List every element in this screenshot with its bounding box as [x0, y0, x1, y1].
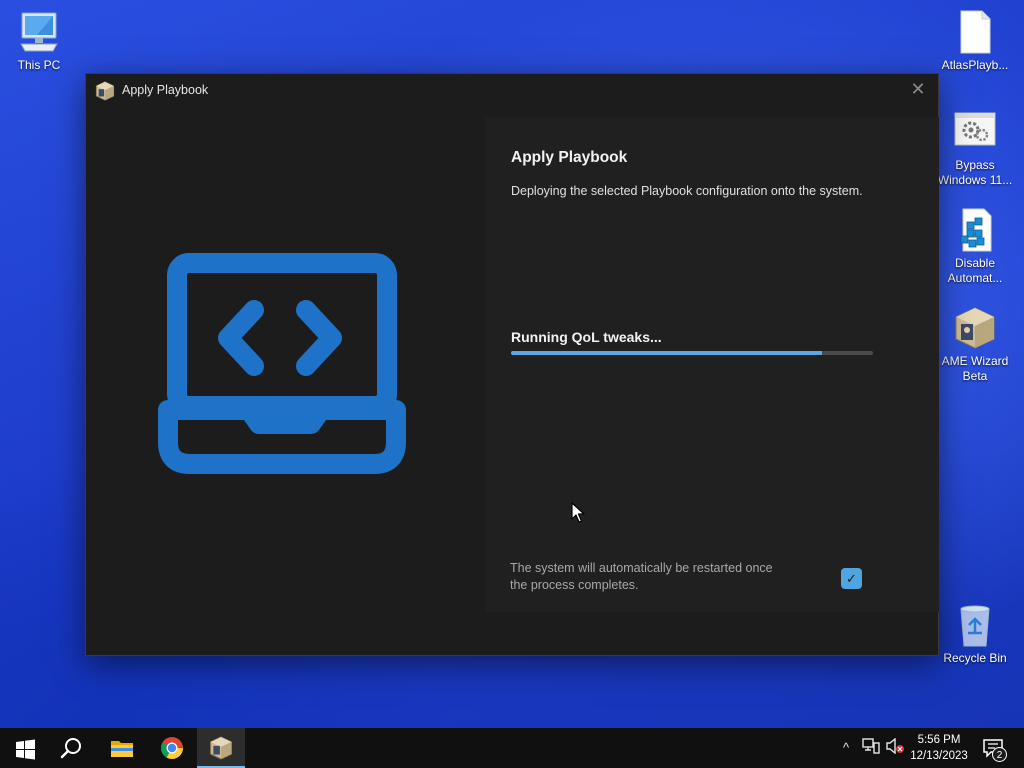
ame-wizard-icon: [953, 306, 997, 350]
desktop-icon-ame-wizard[interactable]: AME Wizard Beta: [936, 306, 1014, 384]
desktop-icon-label: Recycle Bin: [943, 651, 1007, 665]
registry-icon: [953, 208, 997, 252]
chrome-button[interactable]: [148, 728, 196, 768]
progress-status: Running QoL tweaks...: [511, 329, 662, 345]
laptop-code-icon: [156, 252, 416, 482]
volume-muted-icon[interactable]: [885, 737, 905, 758]
desktop-icon-label: AtlasPlayb...: [941, 58, 1009, 72]
restart-note: The system will automatically be restart…: [510, 561, 773, 592]
desktop-icon-label: This PC: [17, 58, 61, 72]
desktop-icon-disable-automatic[interactable]: Disable Automat...: [936, 208, 1014, 286]
document-icon: [953, 10, 997, 54]
desktop-icon-label: Bypass Windows 11...: [937, 158, 1013, 187]
file-explorer-button[interactable]: [98, 728, 146, 768]
desktop-icon-label: Disable Automat...: [947, 256, 1003, 285]
desktop-icon-this-pc[interactable]: This PC: [0, 10, 78, 73]
folder-icon: [111, 741, 133, 757]
progress-fill: [511, 351, 823, 355]
apply-playbook-window: Apply Playbook ✕ Apply Playbook Deployin…: [85, 73, 939, 656]
taskbar: ^ 5:56 PM 12/13/2023 2: [0, 728, 1024, 768]
notifications-button[interactable]: 2: [982, 737, 1007, 762]
ame-wizard-taskbar-button[interactable]: [197, 728, 245, 768]
clock-time: 5:56 PM: [917, 734, 961, 746]
desktop-icon-bypass-windows[interactable]: Bypass Windows 11...: [936, 110, 1014, 188]
desktop-icon-atlas-playbook[interactable]: AtlasPlayb...: [936, 10, 1014, 73]
mouse-cursor-icon: [571, 502, 585, 524]
search-button[interactable]: [48, 728, 96, 768]
panel-title: Apply Playbook: [511, 149, 628, 166]
panel-description: Deploying the selected Playbook configur…: [511, 184, 863, 198]
desktop-icon-recycle-bin[interactable]: Recycle Bin: [936, 603, 1014, 666]
network-icon[interactable]: [861, 738, 881, 758]
playbook-panel: Apply Playbook Deploying the selected Pl…: [485, 117, 939, 612]
ame-wizard-icon: [95, 81, 115, 101]
windows-logo-icon: [16, 739, 35, 760]
system-clock[interactable]: 5:56 PM 12/13/2023: [903, 732, 975, 764]
search-icon: [60, 738, 81, 759]
ame-wizard-icon: [210, 736, 232, 760]
restart-checkbox[interactable]: ✓: [841, 568, 862, 589]
recycle-bin-icon: [953, 603, 997, 647]
window-titlebar[interactable]: Apply Playbook ✕: [86, 74, 938, 106]
start-button[interactable]: [0, 728, 48, 768]
window-title: Apply Playbook: [122, 83, 209, 97]
settings-script-icon: [953, 110, 997, 154]
desktop-icon-label: AME Wizard Beta: [941, 354, 1009, 383]
chrome-icon: [161, 737, 183, 759]
clock-date: 12/13/2023: [910, 750, 968, 762]
progress-bar: [511, 351, 873, 355]
computer-icon: [17, 10, 61, 54]
notification-count-badge: 2: [992, 747, 1007, 762]
close-button[interactable]: ✕: [904, 78, 932, 102]
tray-chevron-icon[interactable]: ^: [836, 738, 856, 758]
